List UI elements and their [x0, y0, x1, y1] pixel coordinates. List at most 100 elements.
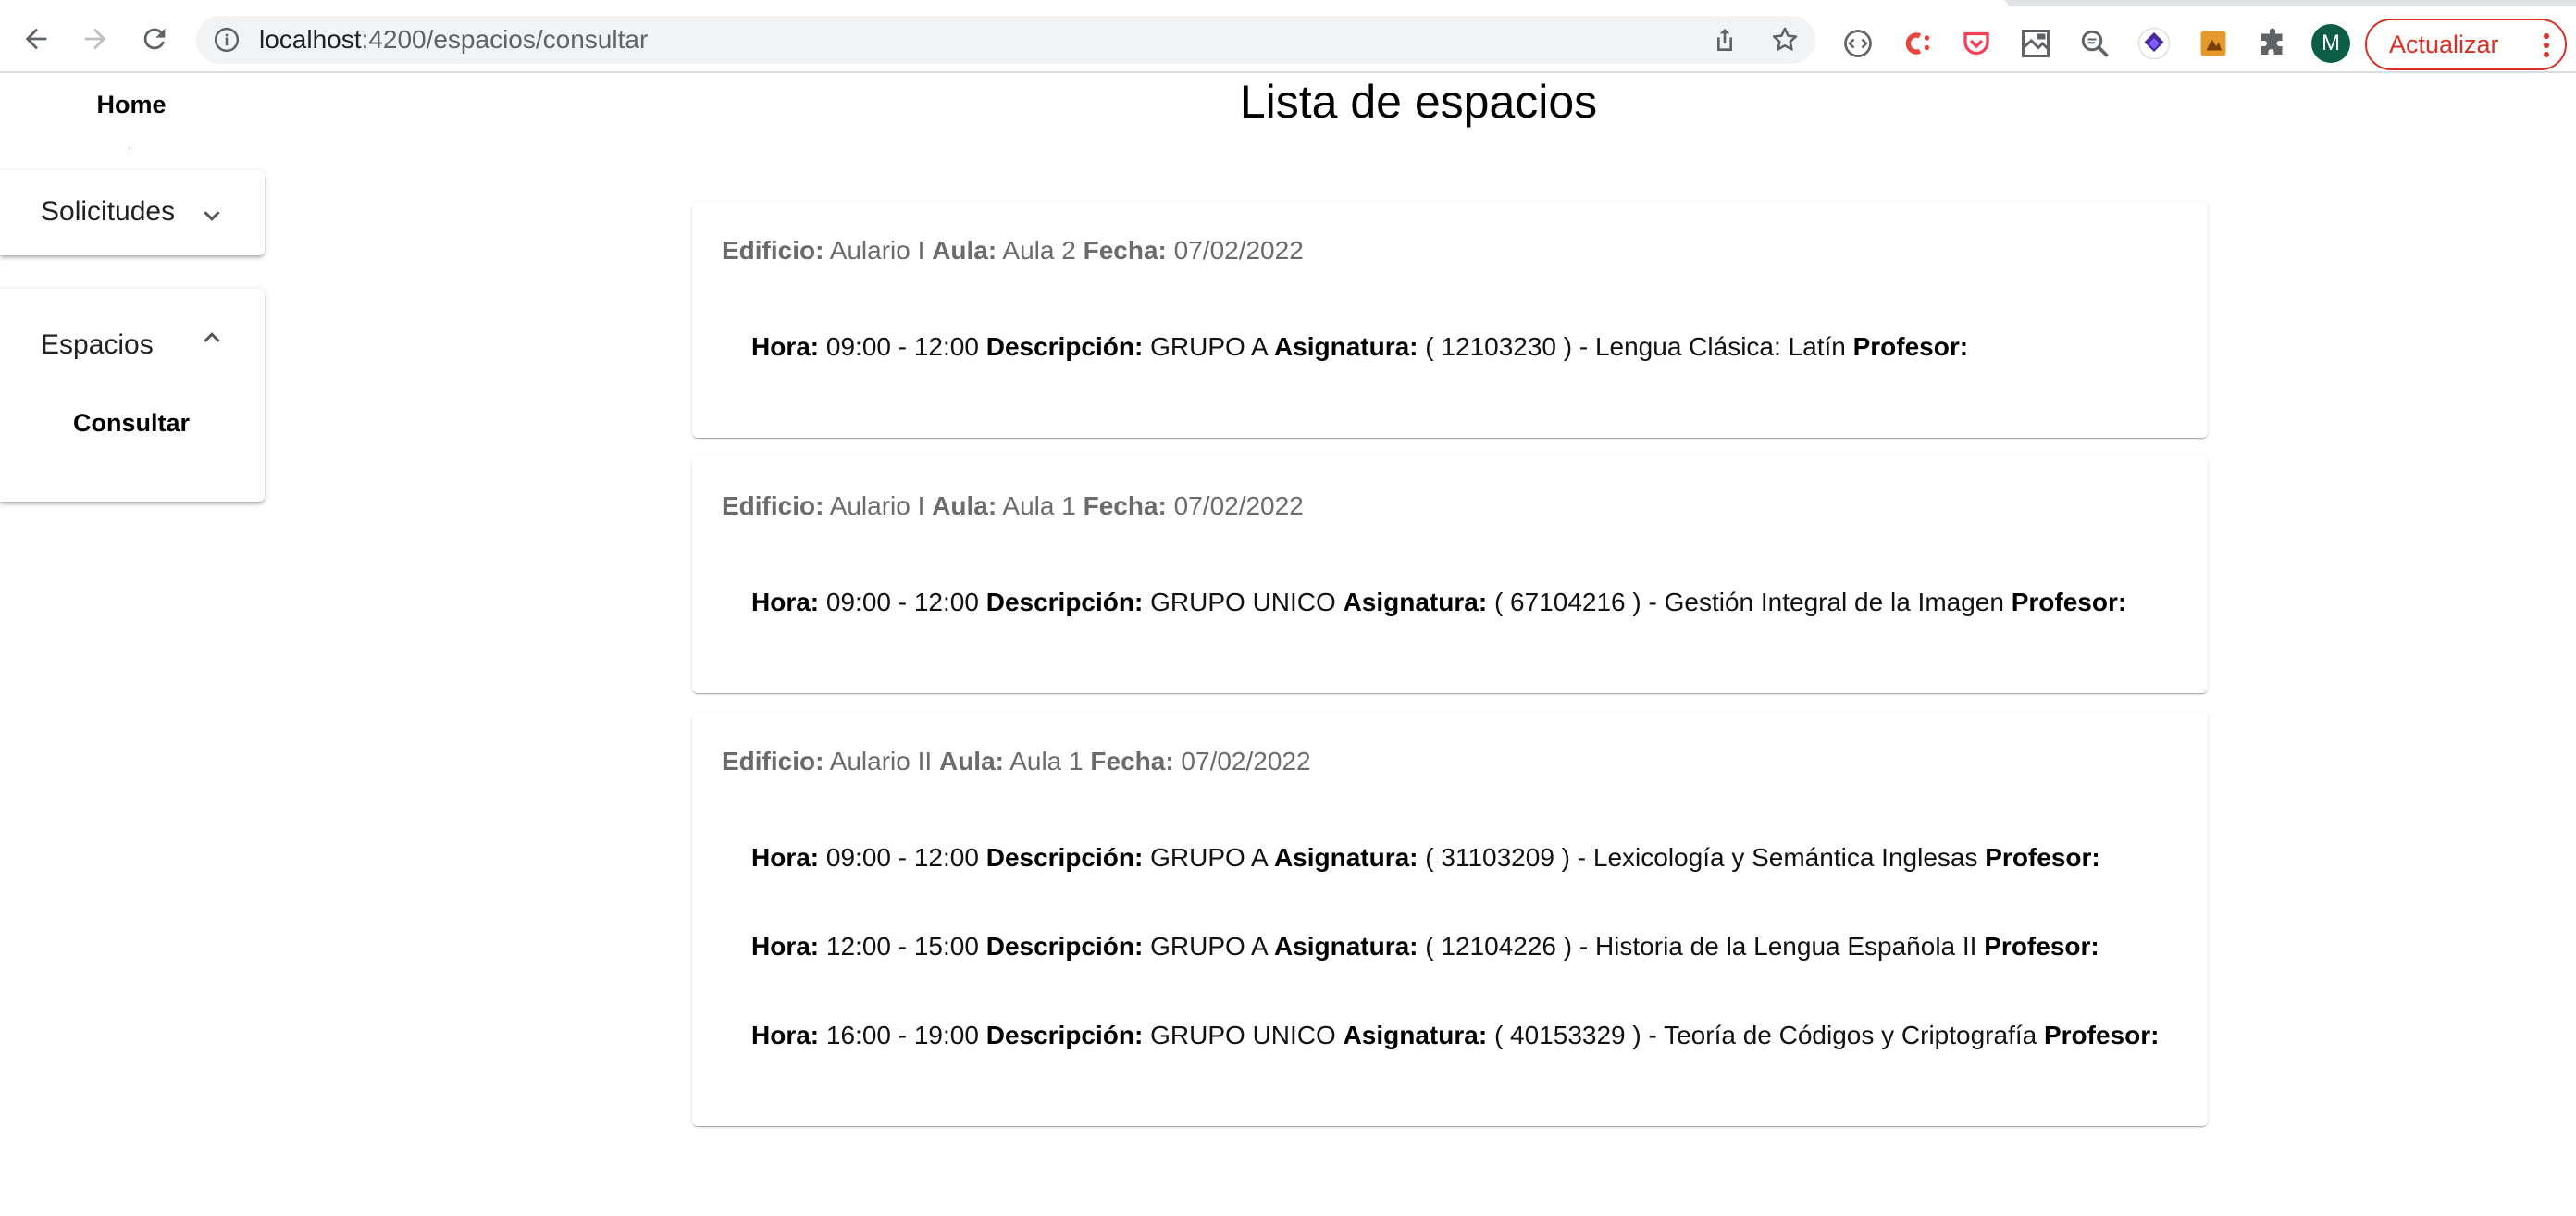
solicitudes-title: Solicitudes: [41, 196, 176, 227]
fecha-label: Fecha:: [1090, 747, 1174, 776]
asignatura-value: ( 12103230 ) - Lengua Clásica: Latín: [1425, 332, 1846, 361]
browser-toolbar: localhost:4200/espacios/consultar M Actu…: [0, 6, 2576, 73]
card-header: Edificio: Aulario I Aula: Aula 1 Fecha: …: [722, 491, 1304, 521]
asignatura-label: Asignatura:: [1273, 332, 1418, 361]
asignatura-value: ( 12104226 ) - Historia de la Lengua Esp…: [1425, 932, 1977, 961]
asignatura-value: ( 40153329 ) - Teoría de Códigos y Cript…: [1493, 1021, 2037, 1049]
schedule-row: Hora: 09:00 - 12:00 Descripción: GRUPO A…: [751, 332, 1968, 362]
image-ext-icon[interactable]: [2017, 25, 2054, 62]
fecha-label: Fecha:: [1083, 491, 1167, 520]
space-card: Edificio: Aulario I Aula: Aula 1 Fecha: …: [692, 456, 2208, 693]
hora-label: Hora:: [751, 1021, 820, 1049]
profesor-label: Profesor:: [1852, 332, 1969, 361]
code-ext-icon[interactable]: [1839, 25, 1876, 62]
arrow-left-icon: [25, 28, 47, 50]
aula-value: Aula 1: [1002, 491, 1076, 520]
url-text[interactable]: localhost:4200/espacios/consultar: [259, 16, 648, 64]
schedule-row: Hora: 09:00 - 12:00 Descripción: GRUPO A…: [751, 843, 2100, 873]
asignatura-label: Asignatura:: [1343, 1021, 1488, 1049]
asignatura-value: ( 31103209 ) - Lexicología y Semántica I…: [1425, 843, 1978, 872]
descripcion-value: GRUPO A: [1150, 843, 1268, 872]
tab-strip: [0, 0, 2576, 6]
search-ext-icon[interactable]: [2076, 25, 2113, 62]
back-button[interactable]: [15, 18, 57, 60]
update-button[interactable]: Actualizar: [2365, 19, 2567, 70]
hora-label: Hora:: [751, 932, 820, 961]
edificio-label: Edificio:: [722, 491, 824, 520]
hora-value: 09:00 - 12:00: [825, 588, 979, 616]
profile-avatar[interactable]: M: [2311, 24, 2350, 63]
solicitudes-panel-header[interactable]: Solicitudes: [0, 170, 265, 255]
url-path: :4200/espacios/consultar: [361, 25, 649, 54]
asignatura-label: Asignatura:: [1273, 843, 1418, 872]
descripcion-value: GRUPO UNICO: [1150, 588, 1336, 616]
profesor-label: Profesor:: [1984, 932, 2099, 961]
descripcion-value: GRUPO A: [1150, 932, 1268, 961]
share-icon[interactable]: [1710, 25, 1740, 55]
chevron-down-icon: [204, 211, 220, 221]
layers-ext-icon[interactable]: [2136, 25, 2173, 62]
separator-mark: ': [129, 144, 131, 159]
edificio-value: Aulario I: [829, 491, 925, 520]
update-button-label: Actualizar: [2389, 31, 2499, 58]
espacios-panel: Espacios Consultar: [0, 289, 265, 502]
edificio-value: Aulario I: [829, 236, 925, 265]
fecha-value: 07/02/2022: [1173, 236, 1304, 265]
aula-label: Aula:: [932, 491, 997, 520]
descripcion-label: Descripción:: [985, 588, 1144, 616]
profesor-label: Profesor:: [2043, 1021, 2160, 1049]
bookmark-star-icon[interactable]: [1769, 24, 1801, 56]
edificio-label: Edificio:: [722, 236, 824, 265]
descripcion-value: GRUPO UNICO: [1150, 1021, 1336, 1049]
aula-value: Aula 1: [1009, 747, 1084, 776]
space-card: Edificio: Aulario I Aula: Aula 2 Fecha: …: [692, 201, 2208, 438]
descripcion-label: Descripción:: [985, 932, 1144, 961]
address-bar[interactable]: localhost:4200/espacios/consultar: [196, 16, 1815, 64]
asignatura-value: ( 67104216 ) - Gestión Integral de la Im…: [1493, 588, 2004, 616]
pocket-icon[interactable]: [1958, 25, 1995, 62]
active-tab[interactable]: [0, 0, 2008, 6]
more-vert-icon: [2544, 33, 2549, 57]
c-ext-icon[interactable]: [1899, 25, 1936, 62]
chevron-up-icon: [204, 332, 220, 342]
url-host: localhost: [259, 25, 362, 54]
descripcion-label: Descripción:: [985, 1021, 1144, 1049]
edificio-value: Aulario II: [829, 747, 933, 776]
fecha-value: 07/02/2022: [1181, 747, 1311, 776]
fecha-label: Fecha:: [1083, 236, 1167, 265]
asignatura-label: Asignatura:: [1343, 588, 1488, 616]
hora-label: Hora:: [751, 588, 820, 616]
profesor-label: Profesor:: [2011, 588, 2127, 616]
forward-button[interactable]: [74, 18, 117, 60]
consultar-link[interactable]: Consultar: [0, 409, 263, 438]
schedule-row: Hora: 09:00 - 12:00 Descripción: GRUPO U…: [751, 588, 2126, 617]
hora-value: 16:00 - 19:00: [825, 1021, 979, 1049]
hora-value: 12:00 - 15:00: [825, 932, 979, 961]
card-header: Edificio: Aulario II Aula: Aula 1 Fecha:…: [722, 747, 1311, 776]
espacios-panel-header[interactable]: Espacios: [0, 289, 265, 403]
home-link[interactable]: Home: [0, 91, 263, 119]
fecha-value: 07/02/2022: [1173, 491, 1304, 520]
solicitudes-panel: Solicitudes: [0, 170, 265, 255]
aula-label: Aula:: [938, 747, 1004, 776]
reload-icon: [143, 28, 166, 50]
arrow-right-icon: [84, 28, 106, 50]
page-title: Lista de espacios: [1239, 76, 1598, 128]
espacios-title: Espacios: [41, 329, 154, 360]
reload-button[interactable]: [133, 18, 176, 60]
hora-label: Hora:: [751, 332, 820, 361]
puzzle-icon[interactable]: [2254, 25, 2291, 62]
card-header: Edificio: Aulario I Aula: Aula 2 Fecha: …: [722, 236, 1304, 266]
space-card: Edificio: Aulario II Aula: Aula 1 Fecha:…: [692, 712, 2208, 1126]
schedule-row: Hora: 12:00 - 15:00 Descripción: GRUPO A…: [751, 932, 2099, 962]
asignatura-label: Asignatura:: [1273, 932, 1418, 961]
orange-ext-icon[interactable]: [2195, 25, 2232, 62]
info-icon[interactable]: [213, 26, 241, 54]
page-content: Home ' Solicitudes Espacios Consultar Li…: [0, 74, 2576, 1216]
hora-value: 09:00 - 12:00: [825, 843, 979, 872]
descripcion-label: Descripción:: [985, 332, 1144, 361]
schedule-row: Hora: 16:00 - 19:00 Descripción: GRUPO U…: [751, 1021, 2159, 1050]
hora-value: 09:00 - 12:00: [825, 332, 979, 361]
aula-value: Aula 2: [1002, 236, 1076, 265]
edificio-label: Edificio:: [722, 747, 824, 776]
